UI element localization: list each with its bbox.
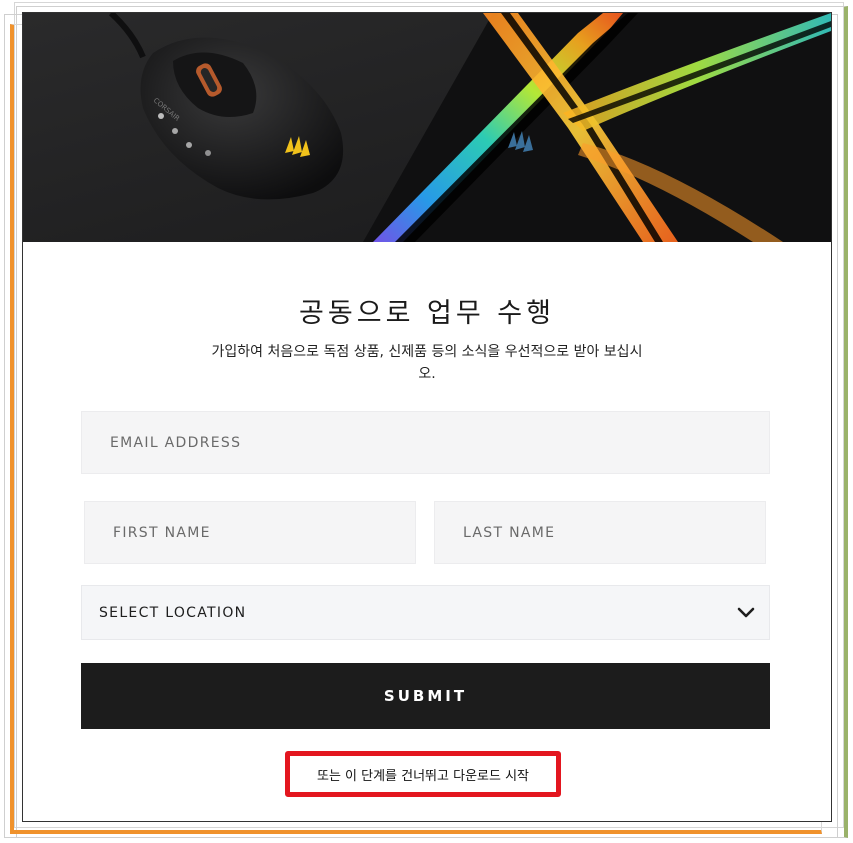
hero-image: CORSAIR	[23, 13, 831, 242]
last-name-placeholder: LAST NAME	[463, 524, 556, 541]
email-field[interactable]: EMAIL ADDRESS	[81, 411, 770, 474]
first-name-field[interactable]: FIRST NAME	[84, 501, 416, 564]
skip-download-link[interactable]: 또는 이 단계를 건너뛰고 다운로드 시작	[317, 765, 529, 784]
last-name-field[interactable]: LAST NAME	[434, 501, 766, 564]
submit-button-label: SUBMIT	[383, 687, 468, 705]
location-select-value: SELECT LOCATION	[99, 604, 247, 621]
page: CORSAIR 공동으로 업무 수행 가입하여 처음으로 독점 상품, 신제품 …	[0, 0, 853, 843]
email-placeholder: EMAIL ADDRESS	[110, 434, 242, 451]
submit-button[interactable]: SUBMIT	[81, 663, 770, 729]
page-subtitle: 가입하여 처음으로 독점 상품, 신제품 등의 소식을 우선적으로 받아 보십시…	[211, 344, 643, 382]
first-name-placeholder: FIRST NAME	[113, 524, 211, 541]
location-select[interactable]: SELECT LOCATION	[81, 585, 770, 640]
chevron-down-icon	[737, 607, 755, 619]
skip-download-highlight: 또는 이 단계를 건너뛰고 다운로드 시작	[285, 751, 561, 797]
signup-card: CORSAIR 공동으로 업무 수행 가입하여 처음으로 독점 상품, 신제품 …	[22, 12, 832, 822]
page-title: 공동으로 업무 수행	[299, 298, 555, 329]
